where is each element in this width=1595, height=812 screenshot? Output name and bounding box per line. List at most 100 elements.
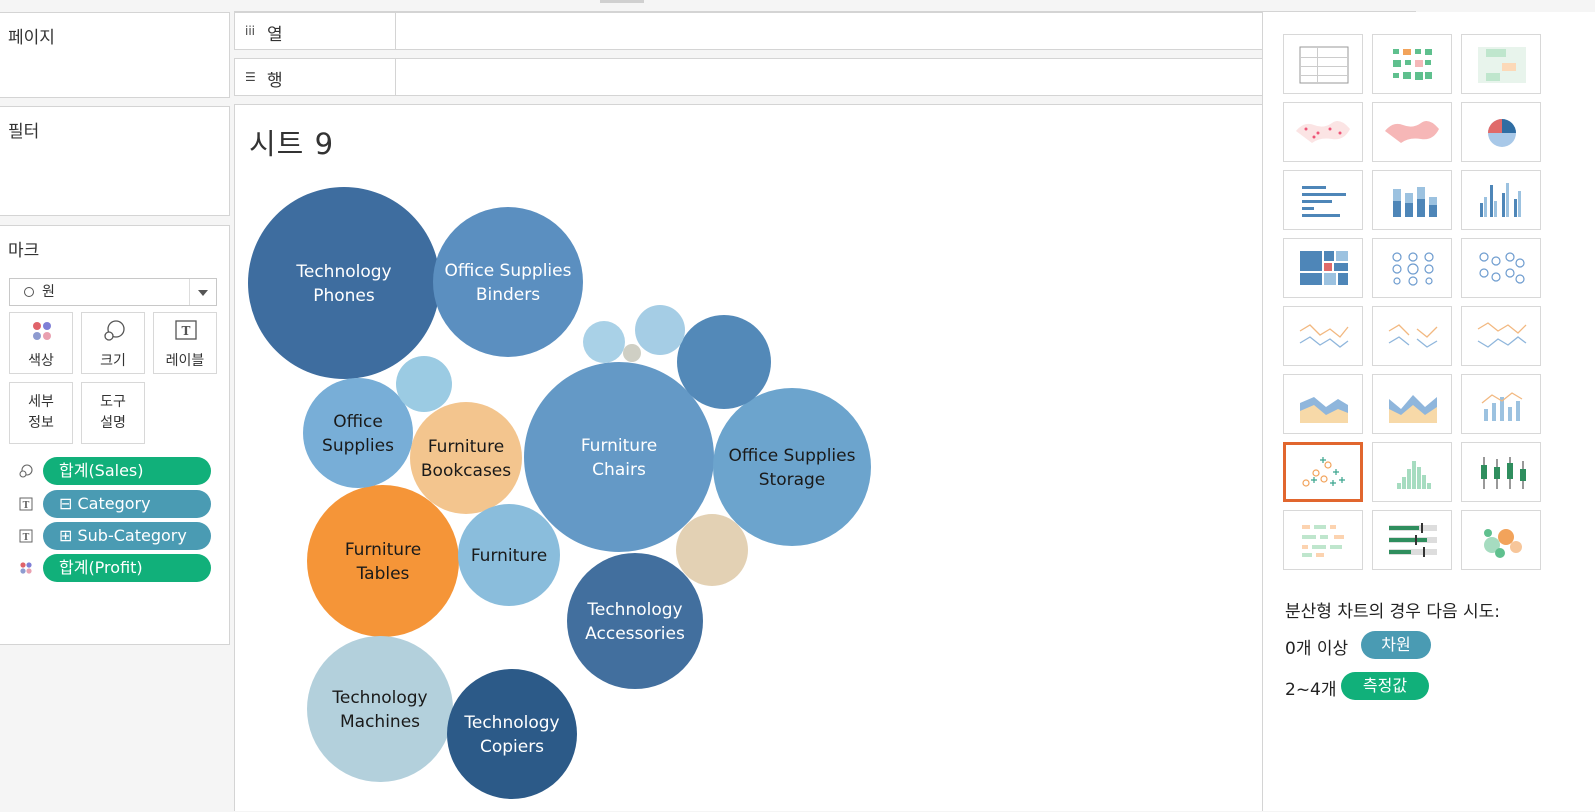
line-discrete-icon: [1388, 324, 1438, 348]
bubble-mark[interactable]: [677, 315, 771, 409]
rows-icon: ☰: [245, 70, 256, 84]
show-me-box-whisker-button[interactable]: [1461, 442, 1541, 502]
pie-chart-icon: [1488, 119, 1516, 147]
bubble-mark[interactable]: [623, 344, 641, 362]
worksheet-canvas[interactable]: 시트 9 Technology Phones Furniture Chairs Offi…: [234, 104, 1274, 811]
bubble-mark[interactable]: [433, 207, 583, 357]
show-me-heat-map-button[interactable]: [1372, 34, 1452, 94]
show-me-dual-combination-button[interactable]: [1461, 374, 1541, 434]
show-me-filled-map-button[interactable]: [1372, 102, 1452, 162]
detail-button[interactable]: 세부 정보: [9, 382, 73, 444]
scatter-plot-icon: [1302, 457, 1345, 487]
hint-measure-count: 2~4개: [1285, 680, 1337, 700]
show-me-highlight-table-button[interactable]: [1461, 34, 1541, 94]
show-me-area-discrete-button[interactable]: [1372, 374, 1452, 434]
category-dimension-pill[interactable]: ⊟ Category: [43, 490, 211, 518]
bubble-mark[interactable]: [303, 378, 413, 488]
show-me-line-discrete-button[interactable]: [1372, 306, 1452, 366]
show-me-panel: 분산형 차트의 경우 다음 시도: 0개 이상 차원 2~4개 측정값: [1262, 12, 1595, 811]
label-button[interactable]: T 레이블: [153, 312, 217, 374]
category-field-row: T ⊟ Category: [9, 490, 219, 518]
color-button[interactable]: 색상: [9, 312, 73, 374]
bubble-mark[interactable]: [307, 485, 459, 637]
columns-icon: iii: [245, 24, 256, 38]
bubble-mark[interactable]: [524, 362, 714, 552]
sales-measure-pill[interactable]: 합계(Sales): [43, 457, 211, 485]
horizontal-bars-icon: [1302, 186, 1346, 217]
bullet-graph-icon: [1389, 523, 1437, 557]
bubble-mark[interactable]: [410, 402, 522, 514]
marks-card: 마크 원 색상 크기 T 레이블 세부 정보 도구 설명 합계(Sales) T…: [0, 225, 230, 645]
circle-view-icon: [1392, 252, 1434, 286]
size-encoding-icon: [19, 464, 33, 478]
mark-type-label: 원: [42, 284, 55, 300]
chevron-down-icon[interactable]: [189, 279, 216, 305]
side-by-side-bars-icon: [1480, 183, 1521, 217]
circle-mark-icon: [24, 287, 34, 297]
packed-bubble-chart[interactable]: Technology PhonesFurniture ChairsOffice Su…: [235, 105, 1275, 812]
symbol-map-icon: [1296, 121, 1350, 143]
size-button-label: 크기: [100, 353, 126, 369]
tooltip-button-label: 도구 설명: [100, 394, 126, 431]
marks-title: 마크: [8, 241, 40, 261]
size-icon: [82, 320, 144, 342]
bubble-mark[interactable]: [583, 321, 625, 363]
show-me-dual-lines-button[interactable]: [1461, 306, 1541, 366]
show-me-stacked-bars-button[interactable]: [1372, 170, 1452, 230]
filled-map-icon: [1385, 121, 1439, 143]
text-table-icon: [1299, 46, 1349, 84]
bubble-mark[interactable]: [396, 356, 452, 412]
text-label-icon: T: [154, 320, 216, 342]
pages-title: 페이지: [8, 28, 55, 48]
filters-panel[interactable]: 필터: [0, 106, 230, 216]
box-whisker-icon: [1481, 457, 1526, 489]
treemap-icon: [1300, 251, 1348, 285]
show-me-pie-chart-button[interactable]: [1461, 102, 1541, 162]
line-continuous-icon: [1299, 324, 1349, 348]
pages-panel[interactable]: 페이지: [0, 12, 230, 98]
subcategory-dimension-pill[interactable]: ⊞ Sub-Category: [43, 522, 211, 550]
svg-text:T: T: [182, 324, 191, 338]
profit-measure-pill[interactable]: 합계(Profit): [43, 554, 211, 582]
bubble-label: Furniture: [471, 546, 547, 566]
size-field-row: 합계(Sales): [9, 457, 219, 485]
subcategory-field-row: T ⊞ Sub-Category: [9, 522, 219, 550]
bubble-mark[interactable]: [567, 553, 703, 689]
columns-shelf[interactable]: iii 열: [234, 12, 1274, 50]
size-button[interactable]: 크기: [81, 312, 145, 374]
shelf-divider: [395, 13, 396, 49]
show-me-text-table-button[interactable]: [1283, 34, 1363, 94]
show-me-gantt-chart-button[interactable]: [1283, 510, 1363, 570]
bubble-mark[interactable]: [676, 514, 748, 586]
show-me-bullet-graph-button[interactable]: [1372, 510, 1452, 570]
color-palette-icon: [10, 320, 72, 342]
show-me-area-continuous-button[interactable]: [1283, 374, 1363, 434]
label-encoding-icon: T: [19, 529, 33, 543]
show-me-circle-view-button[interactable]: [1372, 238, 1452, 298]
tooltip-button[interactable]: 도구 설명: [81, 382, 145, 444]
show-me-scatter-plot-button[interactable]: [1283, 442, 1363, 502]
label-encoding-icon: T: [19, 497, 33, 511]
bubble-mark[interactable]: [447, 669, 577, 799]
show-me-treemap-button[interactable]: [1283, 238, 1363, 298]
color-button-label: 색상: [28, 353, 54, 369]
columns-shelf-label: 열: [267, 25, 283, 45]
bubble-mark[interactable]: [248, 187, 440, 379]
svg-text:T: T: [23, 533, 30, 543]
label-button-label: 레이블: [165, 353, 205, 369]
rows-shelf[interactable]: ☰ 행: [234, 58, 1274, 96]
show-me-side-by-side-bars-button[interactable]: [1461, 170, 1541, 230]
bubble-mark[interactable]: [635, 305, 685, 355]
bubble-mark[interactable]: [713, 388, 871, 546]
show-me-horizontal-bars-button[interactable]: [1283, 170, 1363, 230]
show-me-packed-bubbles-button[interactable]: [1461, 510, 1541, 570]
show-me-symbol-map-button[interactable]: [1283, 102, 1363, 162]
highlight-table-icon: [1478, 47, 1526, 83]
hint-measure-pill: 측정값: [1341, 672, 1429, 700]
bubble-mark[interactable]: [307, 636, 453, 782]
show-me-histogram-button[interactable]: [1372, 442, 1452, 502]
show-me-line-continuous-button[interactable]: [1283, 306, 1363, 366]
hint-dimension-pill: 차원: [1361, 631, 1431, 659]
mark-type-dropdown[interactable]: 원: [9, 278, 217, 306]
show-me-side-by-side-circles-button[interactable]: [1461, 238, 1541, 298]
